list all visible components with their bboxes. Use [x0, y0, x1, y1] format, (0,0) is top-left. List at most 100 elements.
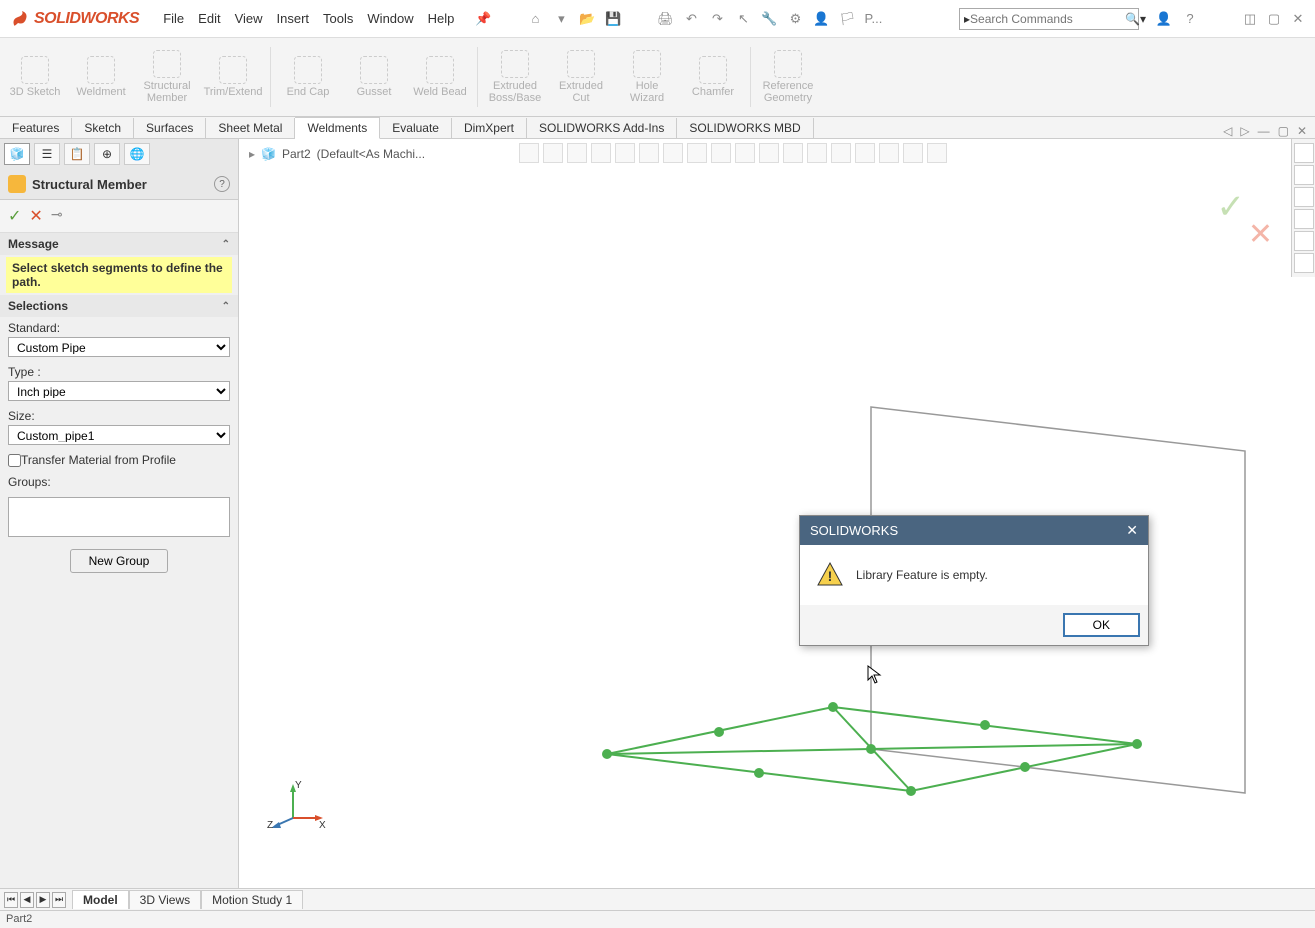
- feature-title: Structural Member: [32, 177, 214, 192]
- ribbon-end-cap[interactable]: End Cap: [279, 43, 337, 111]
- rebuild-icon[interactable]: 🔧: [760, 10, 778, 28]
- options-icon[interactable]: ⚙: [786, 10, 804, 28]
- menu-view[interactable]: View: [235, 11, 263, 26]
- cursor-icon: [867, 665, 883, 685]
- search-icon[interactable]: 🔍: [1125, 12, 1140, 26]
- bottom-tab-model[interactable]: Model: [72, 890, 129, 909]
- menu-tools[interactable]: Tools: [323, 11, 353, 26]
- ribbon-extruded-cut[interactable]: Extruded Cut: [552, 43, 610, 111]
- dialog-ok-button[interactable]: OK: [1063, 613, 1140, 637]
- ribbon-chamfer[interactable]: Chamfer: [684, 43, 742, 111]
- last-tab-icon[interactable]: ⏭: [52, 892, 66, 908]
- print-icon[interactable]: 🖨: [656, 10, 674, 28]
- menu-edit[interactable]: Edit: [198, 11, 220, 26]
- help-icon[interactable]: ?: [1181, 10, 1199, 28]
- tab-sheet-metal[interactable]: Sheet Metal: [206, 118, 295, 138]
- tab-dimxpert[interactable]: DimXpert: [452, 118, 527, 138]
- menu-help[interactable]: Help: [428, 11, 455, 26]
- main-area: 🧊 ☰ 📋 ⊕ 🌐 Structural Member ? ✓ ✕ ⊸ Mess…: [0, 139, 1315, 888]
- search-input[interactable]: [970, 12, 1125, 26]
- ribbon-structural-member[interactable]: Structural Member: [138, 43, 196, 111]
- doc-next-icon[interactable]: ▷: [1240, 124, 1249, 138]
- doc-prev-icon[interactable]: ◁: [1223, 124, 1232, 138]
- selections-section-header[interactable]: Selections ⌃: [0, 295, 238, 317]
- message-section-header[interactable]: Message ⌃: [0, 233, 238, 255]
- ribbon-reference-geometry[interactable]: Reference Geometry: [759, 43, 817, 111]
- ribbon-weld-bead[interactable]: Weld Bead: [411, 43, 469, 111]
- bottom-tab-3dviews[interactable]: 3D Views: [129, 890, 201, 909]
- transfer-material-checkbox[interactable]: [8, 454, 21, 467]
- user1-icon[interactable]: 👤: [812, 10, 830, 28]
- panel-tab-display[interactable]: 🌐: [124, 143, 150, 165]
- tab-weldments[interactable]: Weldments: [295, 117, 380, 139]
- prev-tab-icon[interactable]: ◀: [20, 892, 34, 908]
- menu-window[interactable]: Window: [367, 11, 413, 26]
- cancel-button[interactable]: ✕: [29, 206, 42, 226]
- redo-icon[interactable]: ↷: [708, 10, 726, 28]
- select-icon[interactable]: ↖: [734, 10, 752, 28]
- user2-icon[interactable]: 🏳: [838, 10, 856, 28]
- ribbon-trim-extend[interactable]: Trim/Extend: [204, 43, 262, 111]
- doc-close-icon[interactable]: ✕: [1297, 124, 1307, 138]
- type-select[interactable]: Inch pipe: [8, 381, 230, 401]
- menu-file[interactable]: File: [163, 11, 184, 26]
- tab-addins[interactable]: SOLIDWORKS Add-Ins: [527, 118, 677, 138]
- pin-icon[interactable]: 📌: [474, 10, 492, 28]
- search-box[interactable]: ▸ 🔍 ▾: [959, 8, 1139, 30]
- tab-features[interactable]: Features: [0, 118, 72, 138]
- dialog-close-icon[interactable]: ✕: [1126, 522, 1138, 539]
- taskpane-view-palette-icon[interactable]: [1294, 209, 1314, 229]
- dialog-titlebar[interactable]: SOLIDWORKS ✕: [800, 516, 1148, 545]
- p-button[interactable]: P...: [864, 10, 882, 28]
- new-icon[interactable]: ▾: [552, 10, 570, 28]
- next-tab-icon[interactable]: ▶: [36, 892, 50, 908]
- type-label: Type :: [8, 365, 230, 379]
- ok-button[interactable]: ✓: [8, 206, 21, 226]
- cascade-icon[interactable]: ◫: [1241, 10, 1259, 28]
- save-icon[interactable]: 💾: [604, 10, 622, 28]
- ribbon-weldment[interactable]: Weldment: [72, 43, 130, 111]
- tab-sketch[interactable]: Sketch: [72, 118, 134, 138]
- groups-row: Groups:: [0, 471, 238, 495]
- doc-maximize-icon[interactable]: ▢: [1278, 124, 1289, 138]
- panel-tab-config[interactable]: 📋: [64, 143, 90, 165]
- tab-evaluate[interactable]: Evaluate: [380, 118, 452, 138]
- panel-tab-feature-tree[interactable]: 🧊: [4, 143, 30, 165]
- taskpane-custom-props-icon[interactable]: [1294, 253, 1314, 273]
- close-icon[interactable]: ✕: [1289, 10, 1307, 28]
- status-text: Part2: [6, 913, 32, 925]
- ribbon-gusset[interactable]: Gusset: [345, 43, 403, 111]
- orientation-triad[interactable]: Y X Z: [267, 778, 327, 838]
- standard-select[interactable]: Custom Pipe: [8, 337, 230, 357]
- menu-insert[interactable]: Insert: [277, 11, 310, 26]
- taskpane-appearances-icon[interactable]: [1294, 231, 1314, 251]
- size-label: Size:: [8, 409, 230, 423]
- home-icon[interactable]: ⌂: [526, 10, 544, 28]
- groups-listbox[interactable]: [8, 497, 230, 537]
- graphics-viewport[interactable]: ▸ 🧊 Part2 (Default<As Machi...: [239, 139, 1315, 888]
- tab-mbd[interactable]: SOLIDWORKS MBD: [677, 118, 813, 138]
- feature-help-icon[interactable]: ?: [214, 176, 230, 192]
- search-dropdown-icon[interactable]: ▾: [1140, 12, 1146, 26]
- command-manager-tabs: Features Sketch Surfaces Sheet Metal Wel…: [0, 117, 1315, 139]
- tab-surfaces[interactable]: Surfaces: [134, 118, 206, 138]
- open-icon[interactable]: 📂: [578, 10, 596, 28]
- ribbon-extruded-boss[interactable]: Extruded Boss/Base: [486, 43, 544, 111]
- first-tab-icon[interactable]: ⏮: [4, 892, 18, 908]
- standard-label: Standard:: [8, 321, 230, 335]
- size-select[interactable]: Custom_pipe1: [8, 425, 230, 445]
- doc-minimize-icon[interactable]: —: [1258, 124, 1270, 138]
- panel-tab-dim[interactable]: ⊕: [94, 143, 120, 165]
- pushpin-icon[interactable]: ⊸: [51, 206, 63, 226]
- ribbon-hole-wizard[interactable]: Hole Wizard: [618, 43, 676, 111]
- taskpane-resources-icon[interactable]: [1294, 143, 1314, 163]
- ribbon-3d-sketch[interactable]: 3D Sketch: [6, 43, 64, 111]
- new-group-button[interactable]: New Group: [70, 549, 169, 573]
- taskpane-file-explorer-icon[interactable]: [1294, 187, 1314, 207]
- panel-tab-property[interactable]: ☰: [34, 143, 60, 165]
- login-icon[interactable]: 👤: [1155, 10, 1173, 28]
- restore-icon[interactable]: ▢: [1265, 10, 1283, 28]
- bottom-tab-motion-study[interactable]: Motion Study 1: [201, 890, 303, 909]
- taskpane-design-library-icon[interactable]: [1294, 165, 1314, 185]
- undo-icon[interactable]: ↶: [682, 10, 700, 28]
